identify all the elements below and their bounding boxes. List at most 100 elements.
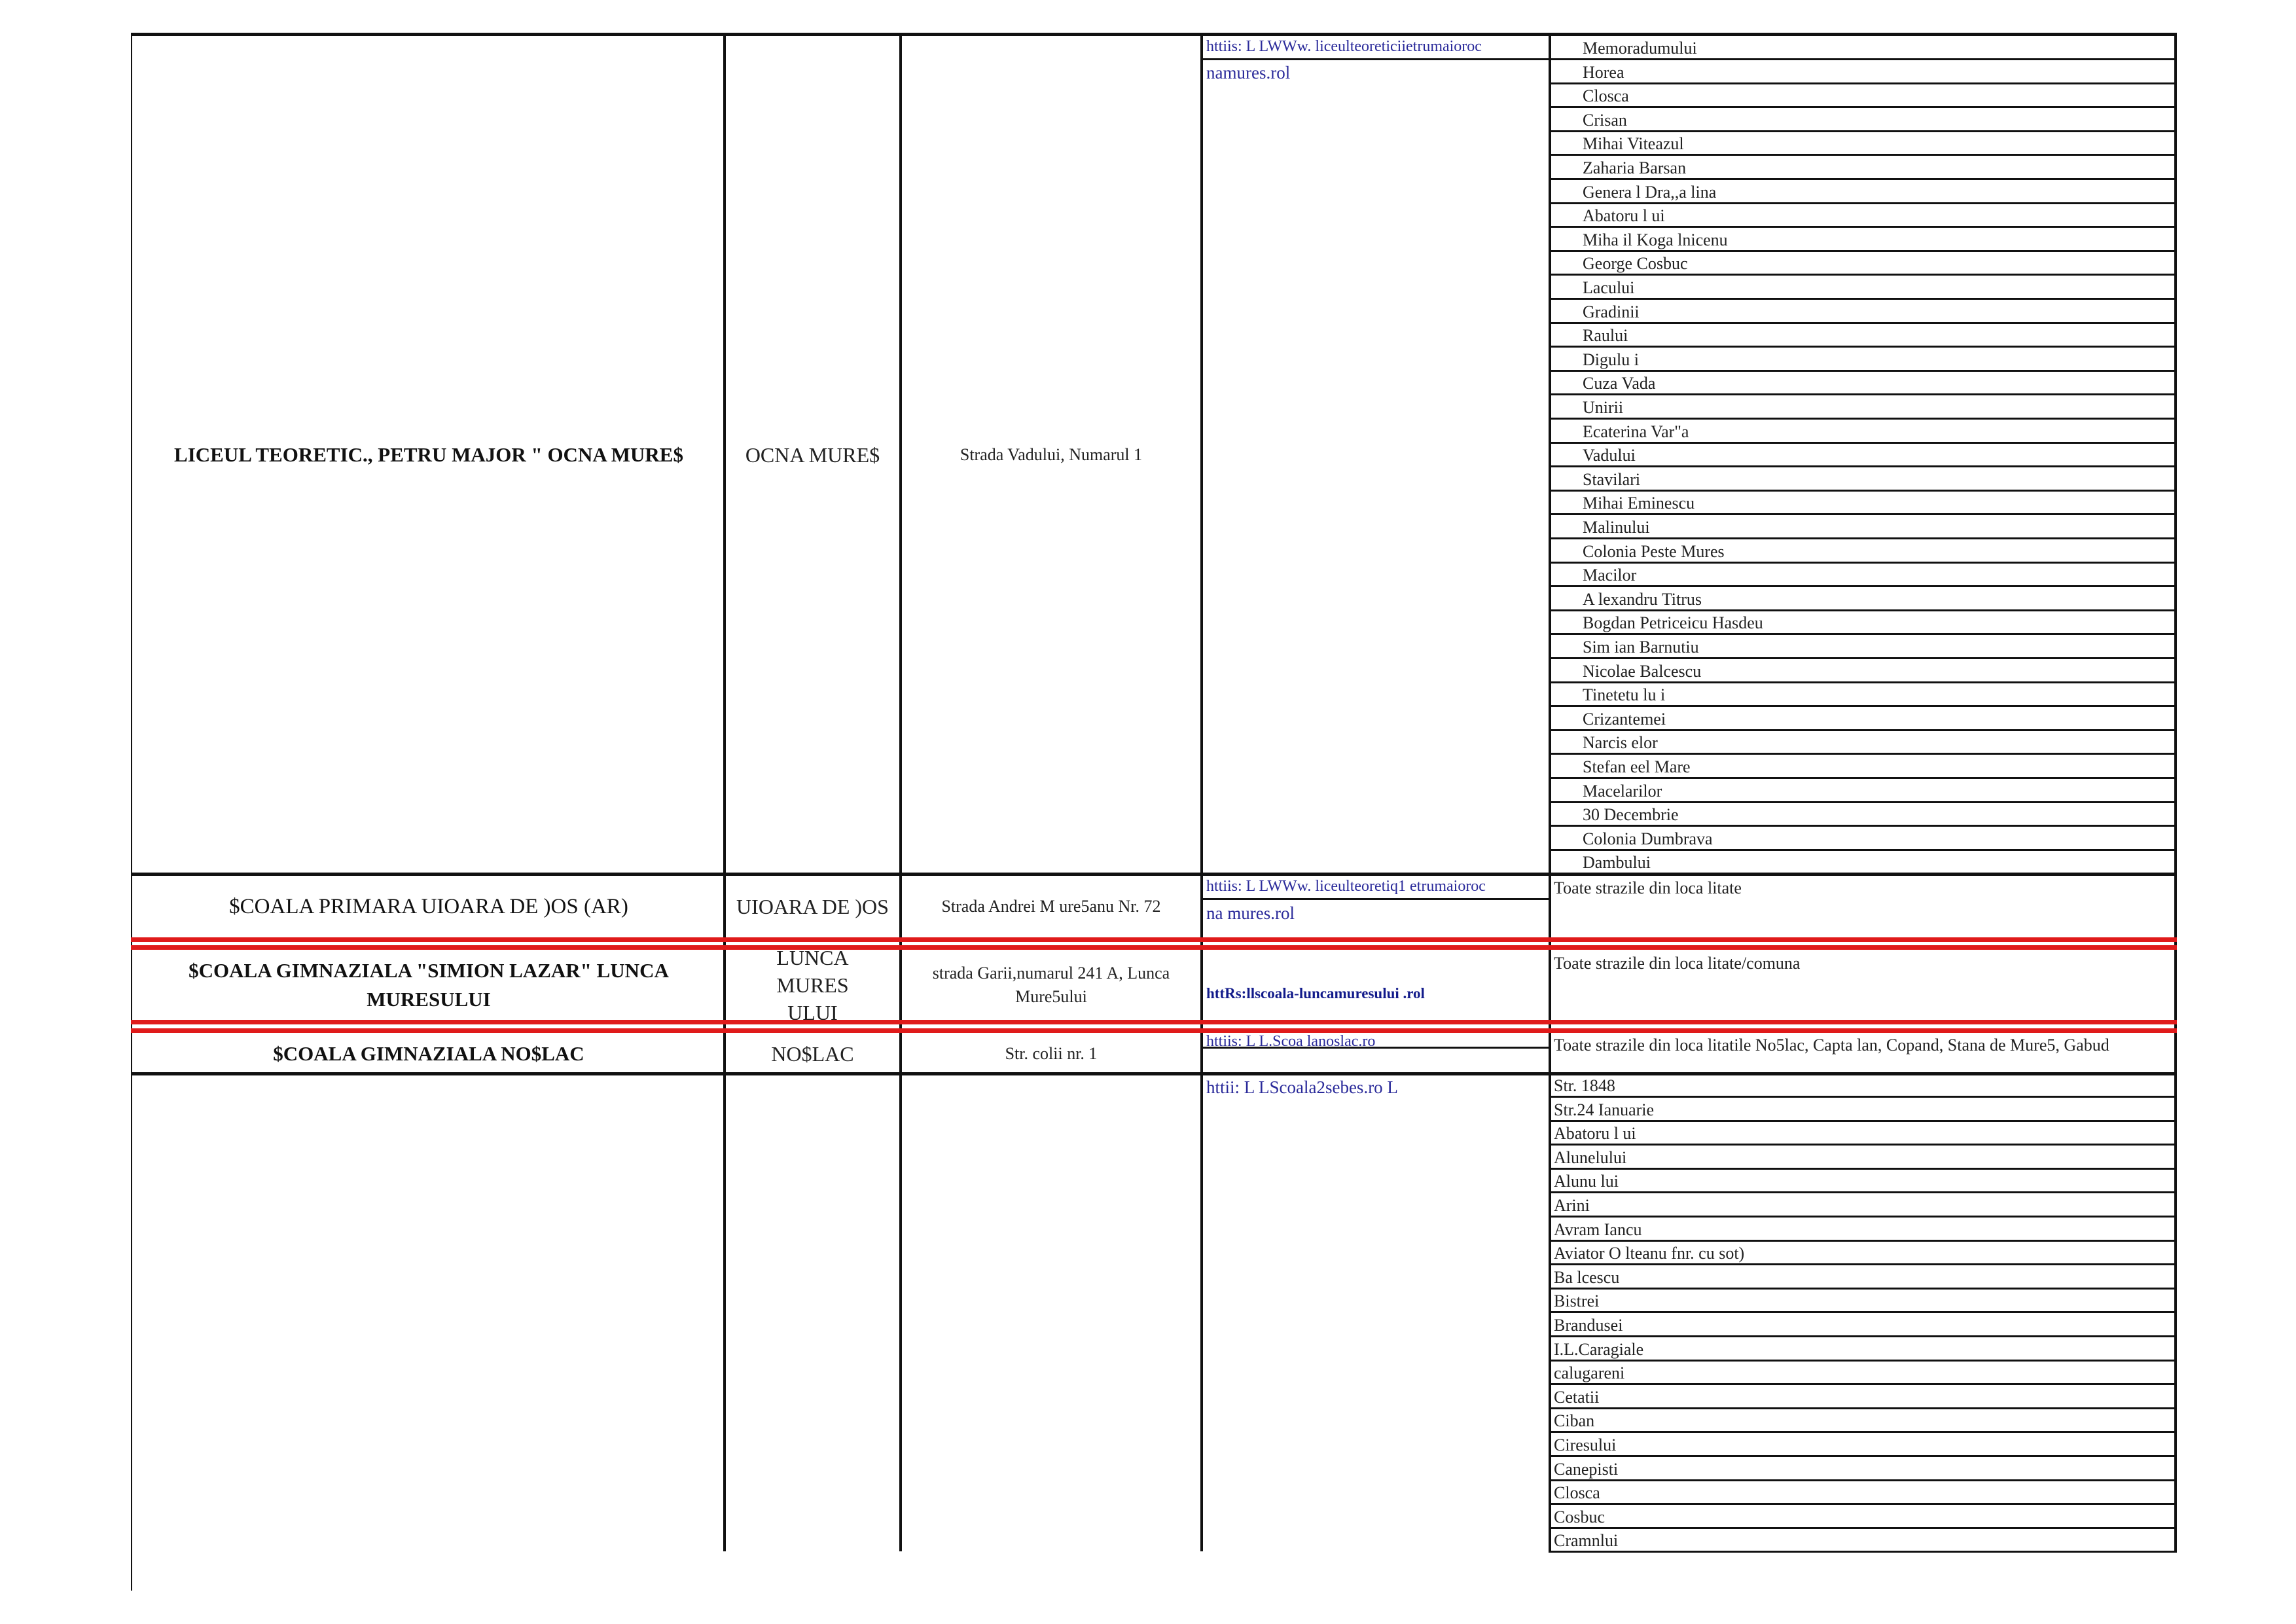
- left-border: [131, 33, 132, 1591]
- street-name: Alunelului: [1554, 1147, 1627, 1167]
- street-name: Ba lcescu: [1554, 1267, 1620, 1287]
- street-name: Crisan: [1583, 110, 1627, 130]
- street-name: Unirii: [1583, 398, 1624, 417]
- street-name: Digulu i: [1583, 350, 1639, 369]
- street-name: Lacului: [1583, 278, 1635, 297]
- street-row-line: [1549, 1431, 2177, 1434]
- street-name: Cramnlui: [1554, 1531, 1619, 1551]
- street-name: Ciban: [1554, 1411, 1595, 1431]
- street-name: Colonia Dumbrava: [1583, 829, 1713, 848]
- street-row-line: [1549, 106, 2177, 109]
- street-name: Arini: [1554, 1196, 1590, 1215]
- address-uioara: Strada Andrei M ure5anu Nr. 72: [902, 876, 1200, 937]
- street-row-line: [1549, 274, 2177, 276]
- street-row-line: [1549, 729, 2177, 731]
- street-row-line: [1549, 1526, 2177, 1529]
- streets-note-uioara: Toate strazile din loca litate: [1554, 878, 1742, 897]
- street-name: Raului: [1583, 326, 1628, 346]
- website-link-lunca[interactable]: httRs:llscoala-luncamuresului .rol: [1206, 985, 1425, 1002]
- street-row-line: [1549, 1287, 2177, 1290]
- street-name: Str.24 Ianuarie: [1554, 1100, 1655, 1119]
- street-name: Brandusei: [1554, 1316, 1623, 1335]
- row-separator: [131, 1072, 2177, 1075]
- street-name: Closca: [1554, 1483, 1600, 1503]
- school-name-text: $COALA GIMNAZIALA "SIMION LAZAR" LUNCA M…: [188, 958, 669, 1011]
- street-row-line: [1549, 1119, 2177, 1122]
- street-row-line: [1549, 537, 2177, 539]
- street-row-line: [1549, 1191, 2177, 1194]
- school-name-lunca: $COALA GIMNAZIALA "SIMION LAZAR" LUNCA M…: [134, 950, 723, 1020]
- street-row-line: [1549, 705, 2177, 708]
- street-name: Crizantemei: [1583, 709, 1666, 729]
- street-row-line: [1549, 681, 2177, 683]
- street-row-line: [1549, 1311, 2177, 1314]
- street-row-line: [1549, 154, 2177, 156]
- locality-text: LUNCA MURES ULUI: [776, 945, 849, 1024]
- school-name-uioara: $COALA PRIMARA UIOARA DE )OS (AR): [134, 876, 723, 937]
- website-link-uioara-line1[interactable]: httiis: L LWWw. liceulteoretiq1 etrumaio…: [1206, 878, 1486, 895]
- street-row-line: [1549, 418, 2177, 420]
- street-row-line: [1549, 346, 2177, 348]
- street-row-line: [1549, 753, 2177, 755]
- street-name: Zaharia Barsan: [1583, 158, 1687, 177]
- street-row-line: [1549, 777, 2177, 779]
- street-row-line: [1549, 561, 2177, 564]
- street-row-line: [1549, 82, 2177, 84]
- street-row-line: [1549, 202, 2177, 204]
- link-underline: [1203, 898, 1549, 900]
- street-name: Horea: [1583, 62, 1624, 82]
- street-row-line: [1549, 801, 2177, 803]
- street-name: Mihai Viteazul: [1583, 134, 1684, 154]
- street-row-line: [1549, 1503, 2177, 1506]
- red-separator: [131, 1020, 2177, 1024]
- street-name: Canepisti: [1554, 1459, 1619, 1479]
- locality-noslac: NO$LAC: [726, 1034, 899, 1074]
- col-divider-4: [1549, 34, 1551, 1551]
- street-name: Genera l Dra,,a lina: [1583, 182, 1717, 202]
- col-divider-3: [1200, 34, 1203, 1551]
- street-name: Avram Iancu: [1554, 1219, 1642, 1239]
- red-separator: [131, 945, 2177, 950]
- address-text: Str. colii nr. 1: [1005, 1044, 1098, 1063]
- street-row-line: [1549, 465, 2177, 468]
- street-row-line: [1549, 1479, 2177, 1481]
- street-row-line: [1549, 825, 2177, 827]
- website-link-uioara-line2[interactable]: na mures.rol: [1206, 903, 1295, 924]
- street-name: Ciresului: [1554, 1435, 1617, 1454]
- street-name: Str. 1848: [1554, 1076, 1615, 1095]
- locality-uioara: UIOARA DE )OS: [726, 876, 899, 937]
- address-noslac: Str. colii nr. 1: [902, 1034, 1200, 1074]
- website-link-liceu-line1[interactable]: httiis: L LWWw. liceulteoreticiietrumaio…: [1206, 38, 1482, 56]
- street-name: Alunu lui: [1554, 1172, 1619, 1191]
- red-separator: [131, 937, 2177, 942]
- street-name: Bogdan Petriceicu Hasdeu: [1583, 613, 1763, 633]
- school-name-text: $COALA PRIMARA UIOARA DE )OS (AR): [229, 894, 628, 918]
- street-row-line: [1549, 1407, 2177, 1409]
- street-name: Dambului: [1583, 853, 1651, 873]
- street-name: Macelarilor: [1583, 781, 1662, 801]
- street-name: George Cosbuc: [1583, 254, 1688, 274]
- address-lunca: strada Garii,numarul 241 A, Lunca Mure5u…: [902, 950, 1200, 1020]
- street-row-line: [1549, 585, 2177, 588]
- street-row-line: [1549, 1335, 2177, 1337]
- street-name: Tinetetu lu i: [1583, 685, 1666, 705]
- street-row-line: [1549, 1216, 2177, 1218]
- street-row-line: [1549, 489, 2177, 492]
- street-name: Colonia Peste Mures: [1583, 541, 1725, 561]
- street-name: Aviator O lteanu fnr. cu sot): [1554, 1244, 1745, 1263]
- street-row-line: [1549, 1551, 2177, 1553]
- streets-note-noslac: Toate strazile din loca litatile No5lac,…: [1554, 1036, 2109, 1055]
- streets-note-lunca: Toate strazile din loca litate/comuna: [1554, 954, 1801, 973]
- street-name: Mihai Eminescu: [1583, 494, 1695, 513]
- address-text: Strada Vadului, Numarul 1: [960, 445, 1143, 464]
- street-row-line: [1549, 393, 2177, 396]
- link-underline: [1203, 58, 1549, 60]
- address-text: strada Garii,numarul 241 A, Lunca Mure5u…: [932, 963, 1170, 1006]
- street-row-line: [1549, 633, 2177, 636]
- street-row-line: [1549, 1167, 2177, 1170]
- website-link-liceu-line2[interactable]: namures.rol: [1206, 63, 1290, 83]
- street-row-line: [1549, 178, 2177, 180]
- street-name: Closca: [1583, 86, 1629, 106]
- right-border: [2174, 34, 2177, 1551]
- website-link-sebes[interactable]: httii: L LScoala2sebes.ro L: [1206, 1077, 1398, 1098]
